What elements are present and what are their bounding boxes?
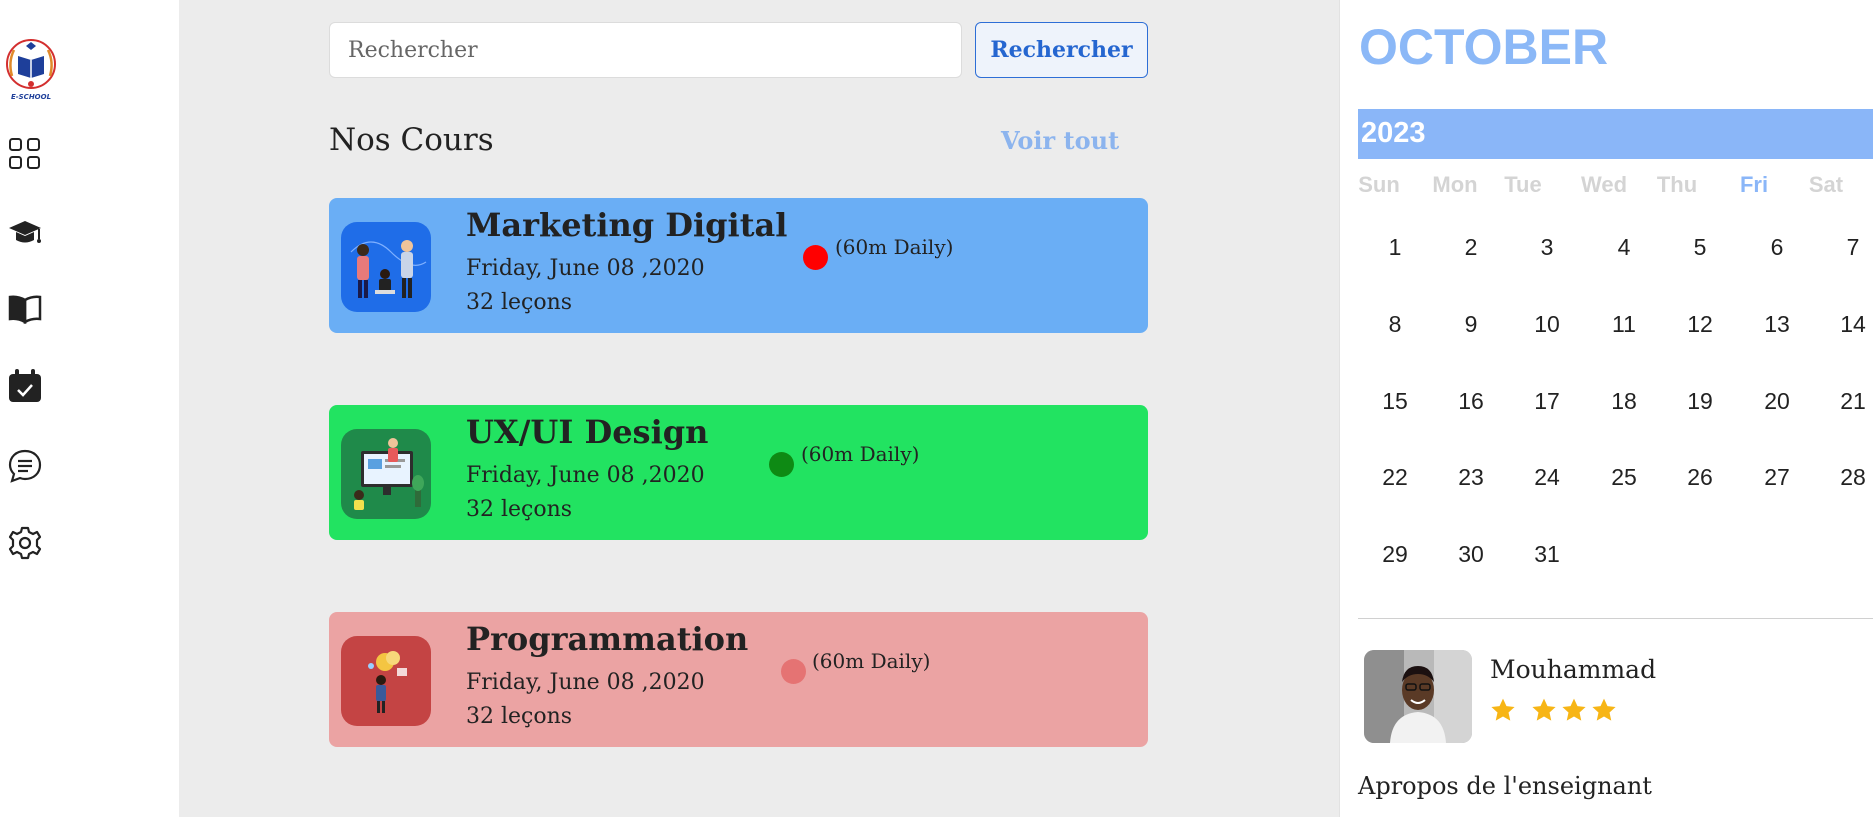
calendar-day[interactable]: 27 — [1747, 464, 1807, 491]
search-input[interactable] — [329, 22, 962, 78]
course-date: Friday, June 08 ,2020 — [466, 463, 705, 488]
section-title: Nos Cours — [329, 122, 494, 158]
search-button[interactable]: Rechercher — [975, 22, 1148, 78]
status-dot — [803, 245, 828, 270]
gear-icon[interactable] — [7, 525, 43, 561]
calendar-day[interactable]: 28 — [1823, 464, 1873, 491]
calendar-day[interactable]: 4 — [1594, 234, 1654, 261]
calendar-day[interactable]: 19 — [1670, 388, 1730, 415]
course-card-programmation[interactable]: Programmation Friday, June 08 ,2020 32 l… — [329, 612, 1148, 747]
course-thumbnail — [341, 429, 431, 519]
calendar-day[interactable]: 6 — [1747, 234, 1807, 261]
star-icon — [1532, 698, 1556, 721]
calendar-day[interactable]: 12 — [1670, 311, 1730, 338]
calendar-day[interactable]: 14 — [1823, 311, 1873, 338]
calendar-weekday-mon: Mon — [1432, 172, 1478, 197]
star-icon — [1491, 698, 1515, 721]
book-icon[interactable] — [7, 291, 43, 327]
course-thumbnail — [341, 636, 431, 726]
calendar-weekday-sat: Sat — [1808, 172, 1844, 197]
course-card-marketing[interactable]: Marketing Digital Friday, June 08 ,2020 … — [329, 198, 1148, 333]
course-title: Programmation — [466, 620, 749, 658]
graduation-cap-icon[interactable] — [7, 216, 43, 252]
see-all-link[interactable]: Voir tout — [1001, 126, 1119, 155]
calendar-weekday-sun: Sun — [1358, 172, 1400, 197]
course-card-uxui[interactable]: UX/UI Design Friday, June 08 ,2020 32 le… — [329, 405, 1148, 540]
app-logo[interactable]: E-SCHOOL — [2, 36, 60, 102]
divider — [1358, 618, 1873, 619]
calendar-day[interactable]: 5 — [1670, 234, 1730, 261]
calendar-day[interactable]: 15 — [1365, 388, 1425, 415]
calendar-day[interactable]: 9 — [1441, 311, 1501, 338]
calendar-day[interactable]: 20 — [1747, 388, 1807, 415]
calendar-weekday-thu: Thu — [1656, 172, 1698, 197]
calendar-day[interactable]: 17 — [1517, 388, 1577, 415]
calendar-day[interactable]: 18 — [1594, 388, 1654, 415]
calendar-day[interactable]: 22 — [1365, 464, 1425, 491]
calendar-day[interactable]: 31 — [1517, 541, 1577, 568]
calendar-year: 2023 — [1361, 117, 1426, 149]
calendar-day[interactable]: 13 — [1747, 311, 1807, 338]
calendar-day[interactable]: 30 — [1441, 541, 1501, 568]
calendar-day[interactable]: 16 — [1441, 388, 1501, 415]
course-lessons: 32 leçons — [466, 497, 573, 522]
calendar-day[interactable]: 11 — [1594, 311, 1654, 338]
star-icon — [1562, 698, 1586, 721]
calendar-day[interactable]: 1 — [1365, 234, 1425, 261]
calendar-weekday-fri: Fri — [1739, 172, 1769, 197]
course-lessons: 32 leçons — [466, 704, 573, 729]
course-duration: (60m Daily) — [835, 235, 954, 259]
calendar-day[interactable]: 3 — [1517, 234, 1577, 261]
calendar-day[interactable]: 25 — [1594, 464, 1654, 491]
svg-text:E-SCHOOL: E-SCHOOL — [11, 93, 51, 101]
status-dot — [769, 452, 794, 477]
calendar-day[interactable]: 21 — [1823, 388, 1873, 415]
status-dot — [781, 659, 806, 684]
course-title: Marketing Digital — [466, 206, 788, 244]
calendar-year-bar: 2023 — [1358, 109, 1873, 159]
calendar-day[interactable]: 2 — [1441, 234, 1501, 261]
calendar-day[interactable]: 8 — [1365, 311, 1425, 338]
course-lessons: 32 leçons — [466, 290, 573, 315]
calendar-day[interactable]: 29 — [1365, 541, 1425, 568]
course-duration: (60m Daily) — [801, 442, 920, 466]
calendar-day[interactable]: 26 — [1670, 464, 1730, 491]
dashboard-grid-icon[interactable] — [7, 136, 43, 172]
calendar-day[interactable]: 23 — [1441, 464, 1501, 491]
course-title: UX/UI Design — [466, 413, 709, 451]
course-duration: (60m Daily) — [812, 649, 931, 673]
calendar-check-icon[interactable] — [7, 368, 43, 404]
sidebar: E-SCHOOL — [0, 0, 179, 817]
course-thumbnail — [341, 222, 431, 312]
teacher-name: Mouhammad — [1490, 655, 1657, 684]
course-date: Friday, June 08 ,2020 — [466, 670, 705, 695]
teacher-avatar[interactable] — [1364, 650, 1472, 743]
chat-icon[interactable] — [7, 448, 43, 484]
calendar-day[interactable]: 7 — [1823, 234, 1873, 261]
right-panel: OCTOBER 2023 Sun Mon Tue Wed Thu Fri Sat 12345… — [1339, 0, 1873, 817]
calendar-day[interactable]: 10 — [1517, 311, 1577, 338]
course-date: Friday, June 08 ,2020 — [466, 256, 705, 281]
calendar-weekday-wed: Wed — [1580, 172, 1628, 197]
calendar-weekday-tue: Tue — [1504, 172, 1542, 197]
calendar-day[interactable]: 24 — [1517, 464, 1577, 491]
calendar-month: OCTOBER — [1359, 19, 1609, 75]
about-teacher-title: Apropos de l'enseignant — [1358, 772, 1652, 800]
star-icon — [1592, 698, 1616, 721]
